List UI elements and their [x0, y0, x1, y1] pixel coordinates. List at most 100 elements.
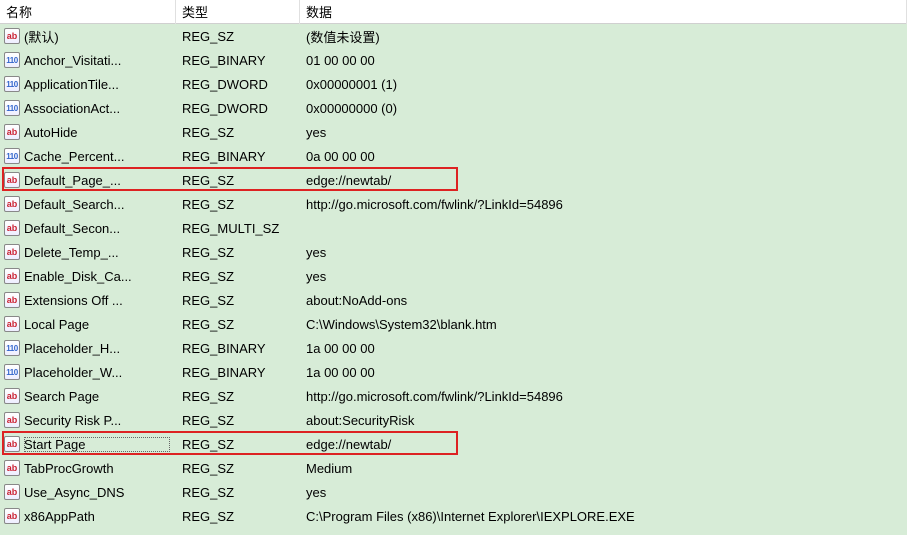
string-value-icon — [4, 508, 20, 524]
table-row[interactable]: Anchor_Visitati...REG_BINARY01 00 00 00 — [0, 48, 907, 72]
table-row[interactable]: TabProcGrowthREG_SZMedium — [0, 456, 907, 480]
value-data-cell: 0x00000000 (0) — [300, 99, 907, 118]
string-value-icon — [4, 220, 20, 236]
value-name-cell[interactable]: Search Page — [0, 386, 176, 406]
value-name-label: TabProcGrowth — [24, 461, 170, 476]
header-type[interactable]: 类型 — [176, 0, 300, 24]
binary-value-icon — [4, 340, 20, 356]
table-row[interactable]: x86AppPathREG_SZC:\Program Files (x86)\I… — [0, 504, 907, 528]
value-data-cell: edge://newtab/ — [300, 435, 907, 454]
value-type-cell: REG_SZ — [176, 387, 300, 406]
value-name-cell[interactable]: x86AppPath — [0, 506, 176, 526]
value-type-cell: REG_BINARY — [176, 51, 300, 70]
value-name-label: AssociationAct... — [24, 101, 170, 116]
value-name-cell[interactable]: Delete_Temp_... — [0, 242, 176, 262]
value-name-cell[interactable]: Placeholder_H... — [0, 338, 176, 358]
value-type-cell: REG_SZ — [176, 267, 300, 286]
value-data-cell: about:SecurityRisk — [300, 411, 907, 430]
value-name-cell[interactable]: Enable_Disk_Ca... — [0, 266, 176, 286]
value-name-cell[interactable]: Extensions Off ... — [0, 290, 176, 310]
value-type-cell: REG_SZ — [176, 27, 300, 46]
value-type-cell: REG_BINARY — [176, 147, 300, 166]
value-data-cell: 01 00 00 00 — [300, 51, 907, 70]
string-value-icon — [4, 316, 20, 332]
table-row[interactable]: Use_Async_DNSREG_SZyes — [0, 480, 907, 504]
table-row[interactable]: Local PageREG_SZC:\Windows\System32\blan… — [0, 312, 907, 336]
value-name-cell[interactable]: (默认) — [0, 25, 176, 48]
value-name-label: Start Page — [24, 437, 170, 452]
value-name-label: Search Page — [24, 389, 170, 404]
table-row[interactable]: ApplicationTile...REG_DWORD0x00000001 (1… — [0, 72, 907, 96]
value-type-cell: REG_SZ — [176, 483, 300, 502]
value-name-cell[interactable]: ApplicationTile... — [0, 74, 176, 94]
value-type-cell: REG_SZ — [176, 459, 300, 478]
value-data-cell: 1a 00 00 00 — [300, 339, 907, 358]
value-name-cell[interactable]: Placeholder_W... — [0, 362, 176, 382]
string-value-icon — [4, 388, 20, 404]
registry-value-list: (默认)REG_SZ(数值未设置)Anchor_Visitati...REG_B… — [0, 24, 907, 528]
table-row[interactable]: Extensions Off ...REG_SZabout:NoAdd-ons — [0, 288, 907, 312]
value-type-cell: REG_SZ — [176, 315, 300, 334]
value-data-cell — [300, 226, 907, 230]
value-name-cell[interactable]: Anchor_Visitati... — [0, 50, 176, 70]
table-row[interactable]: Delete_Temp_...REG_SZyes — [0, 240, 907, 264]
string-value-icon — [4, 292, 20, 308]
table-row[interactable]: Cache_Percent... REG_BINARY0a 00 00 00 — [0, 144, 907, 168]
value-name-cell[interactable]: Start Page — [0, 434, 176, 454]
header-data[interactable]: 数据 — [300, 0, 907, 24]
table-row[interactable]: Enable_Disk_Ca...REG_SZyes — [0, 264, 907, 288]
value-name-label: Extensions Off ... — [24, 293, 170, 308]
table-row[interactable]: Default_Search...REG_SZhttp://go.microso… — [0, 192, 907, 216]
string-value-icon — [4, 412, 20, 428]
string-value-icon — [4, 460, 20, 476]
binary-value-icon — [4, 100, 20, 116]
value-name-cell[interactable]: AutoHide — [0, 122, 176, 142]
table-row[interactable]: Start Page REG_SZedge://newtab/ — [0, 432, 907, 456]
value-name-cell[interactable]: Security Risk P... — [0, 410, 176, 430]
value-type-cell: REG_BINARY — [176, 339, 300, 358]
value-data-cell: 1a 00 00 00 — [300, 363, 907, 382]
value-name-label: Security Risk P... — [24, 413, 170, 428]
value-name-cell[interactable]: Default_Page_... — [0, 170, 176, 190]
value-name-cell[interactable]: AssociationAct... — [0, 98, 176, 118]
value-data-cell: about:NoAdd-ons — [300, 291, 907, 310]
string-value-icon — [4, 196, 20, 212]
value-data-cell: yes — [300, 267, 907, 286]
string-value-icon — [4, 172, 20, 188]
header-name[interactable]: 名称 — [0, 0, 176, 24]
value-data-cell: http://go.microsoft.com/fwlink/?LinkId=5… — [300, 195, 907, 214]
value-data-cell: 0a 00 00 00 — [300, 147, 907, 166]
value-name-cell[interactable]: Cache_Percent... — [0, 146, 176, 166]
value-type-cell: REG_DWORD — [176, 99, 300, 118]
table-row[interactable]: Placeholder_W...REG_BINARY1a 00 00 00 — [0, 360, 907, 384]
value-name-cell[interactable]: Use_Async_DNS — [0, 482, 176, 502]
value-name-cell[interactable]: Default_Secon... — [0, 218, 176, 238]
value-name-label: Default_Page_... — [24, 173, 170, 188]
binary-value-icon — [4, 364, 20, 380]
string-value-icon — [4, 28, 20, 44]
string-value-icon — [4, 124, 20, 140]
value-name-label: Local Page — [24, 317, 170, 332]
value-name-label: ApplicationTile... — [24, 77, 170, 92]
table-row[interactable]: (默认)REG_SZ(数值未设置) — [0, 24, 907, 48]
binary-value-icon — [4, 148, 20, 164]
value-name-cell[interactable]: Default_Search... — [0, 194, 176, 214]
table-row[interactable]: Search PageREG_SZhttp://go.microsoft.com… — [0, 384, 907, 408]
value-name-label: Use_Async_DNS — [24, 485, 170, 500]
string-value-icon — [4, 268, 20, 284]
value-name-cell[interactable]: Local Page — [0, 314, 176, 334]
value-name-label: Default_Secon... — [24, 221, 170, 236]
value-name-label: AutoHide — [24, 125, 170, 140]
value-type-cell: REG_SZ — [176, 435, 300, 454]
value-name-label: Placeholder_W... — [24, 365, 170, 380]
value-name-cell[interactable]: TabProcGrowth — [0, 458, 176, 478]
table-row[interactable]: AutoHideREG_SZyes — [0, 120, 907, 144]
table-row[interactable]: Security Risk P...REG_SZabout:SecurityRi… — [0, 408, 907, 432]
table-row[interactable]: Default_Secon...REG_MULTI_SZ — [0, 216, 907, 240]
binary-value-icon — [4, 52, 20, 68]
table-row[interactable]: Default_Page_...REG_SZedge://newtab/ — [0, 168, 907, 192]
value-name-label: Cache_Percent... — [24, 149, 170, 164]
table-row[interactable]: AssociationAct... REG_DWORD0x00000000 (0) — [0, 96, 907, 120]
table-row[interactable]: Placeholder_H...REG_BINARY1a 00 00 00 — [0, 336, 907, 360]
value-type-cell: REG_SZ — [176, 123, 300, 142]
